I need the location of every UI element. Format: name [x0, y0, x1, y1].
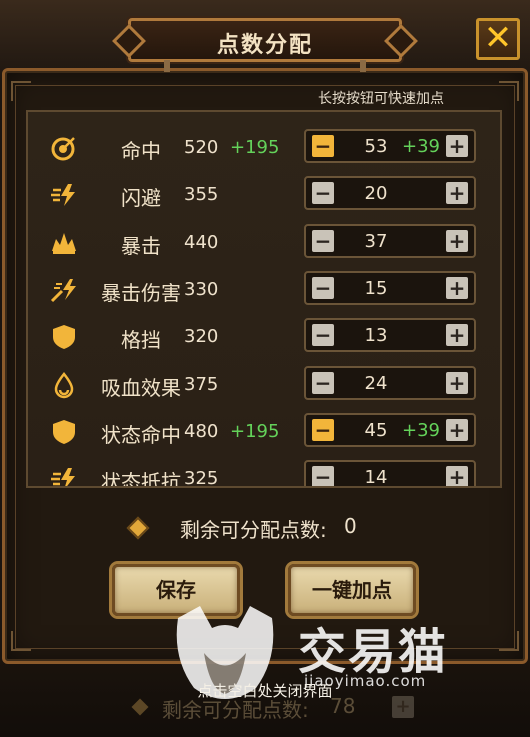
- stat-value: 330: [184, 278, 219, 300]
- stat-list[interactable]: 命中 520 +195−53 +39 + 闪避 355−20 + 暴击 440−37 + 暴击伤害 33…: [26, 110, 502, 488]
- allocated-points: 24: [364, 372, 388, 394]
- plus-button[interactable]: +: [446, 418, 468, 441]
- stat-value: 480: [184, 420, 219, 442]
- title-hanger: [164, 60, 170, 72]
- minus-button[interactable]: −: [312, 324, 334, 347]
- stat-value: 320: [184, 326, 219, 348]
- dodge-lightning-icon: [50, 181, 78, 209]
- crit-burst-icon: [50, 229, 78, 257]
- plus-button[interactable]: +: [446, 229, 468, 252]
- minus-button[interactable]: −: [312, 371, 334, 394]
- allocated-points-bonus: +39: [402, 419, 440, 441]
- close-button[interactable]: ✕: [476, 18, 520, 60]
- diamond-icon: [131, 698, 149, 716]
- long-press-hint: 长按按钮可快速加点: [318, 91, 444, 107]
- points-stepper: − 37 +: [304, 223, 476, 258]
- stat-value: 520: [184, 137, 219, 158]
- minus-button[interactable]: −: [312, 229, 334, 252]
- plus-button[interactable]: +: [446, 182, 468, 205]
- stat-row: 命中 520 +195−53 +39 +: [28, 124, 500, 171]
- stat-row: 状态抵抗 325−14 +: [28, 455, 500, 488]
- stat-value: 440: [184, 231, 219, 253]
- points-stepper: − 24 +: [304, 365, 476, 400]
- stat-row: 暴击伤害 330−15 +: [28, 266, 500, 313]
- one-click-allocate-button[interactable]: 一键加点: [288, 564, 416, 616]
- corner-ornament: [499, 631, 519, 651]
- stat-bonus: +195: [230, 420, 280, 442]
- stat-row: 吸血效果 375−24 +: [28, 361, 500, 408]
- diamond-icon: [126, 516, 150, 540]
- close-icon: ✕: [483, 18, 513, 58]
- allocated-points: 45: [364, 419, 388, 441]
- points-stepper: − 13 +: [304, 318, 476, 353]
- allocated-points-bonus: +39: [402, 136, 440, 157]
- plus-button[interactable]: +: [446, 466, 468, 486]
- allocated-points: 13: [364, 325, 388, 347]
- points-stepper: − 20 +: [304, 176, 476, 211]
- points-stepper: − 14 +: [304, 460, 476, 488]
- minus-button[interactable]: −: [312, 466, 334, 486]
- points-stepper: − 45 +39 +: [304, 412, 476, 447]
- crit-damage-icon: [50, 276, 78, 304]
- stat-row: 暴击 440−37 +: [28, 219, 500, 266]
- dialog-title-plate: 点数分配: [128, 18, 402, 62]
- allocated-points: 53: [364, 136, 388, 157]
- allocated-points: 20: [364, 183, 388, 205]
- allocated-points: 37: [364, 230, 388, 252]
- corner-ornament: [11, 631, 31, 651]
- target-icon: [50, 134, 78, 162]
- stat-value: 325: [184, 468, 219, 488]
- plus-button[interactable]: +: [446, 324, 468, 347]
- remaining-points-label: 剩余可分配点数:: [180, 518, 327, 542]
- minus-button[interactable]: −: [312, 418, 334, 441]
- tap-blank-to-close-hint: 点击空白处关闭界面: [197, 682, 333, 700]
- shield-icon: [50, 323, 78, 351]
- resist-lightning-icon: [50, 465, 78, 486]
- status-shield-icon: [50, 418, 78, 446]
- stat-value: 355: [184, 184, 219, 206]
- title-hanger: [360, 60, 366, 72]
- stat-row: 格挡 320−13 +: [28, 313, 500, 360]
- plus-button[interactable]: +: [446, 371, 468, 394]
- minus-button[interactable]: −: [312, 276, 334, 299]
- stat-row: 闪避 355−20 +: [28, 171, 500, 218]
- allocated-points: 14: [364, 467, 388, 488]
- stat-bonus: +195: [230, 137, 280, 158]
- allocated-points: 15: [364, 277, 388, 299]
- dialog-title: 点数分配: [216, 33, 313, 58]
- stat-row: 状态命中 480 +195−45 +39 +: [28, 408, 500, 455]
- corner-ornament: [499, 81, 519, 101]
- remaining-points-value: 0: [344, 514, 357, 538]
- remaining-points-row: 剩余可分配点数: 0: [124, 514, 424, 542]
- minus-button[interactable]: −: [312, 135, 334, 157]
- blood-drop-icon: [50, 371, 78, 399]
- plus-button[interactable]: +: [446, 276, 468, 299]
- corner-ornament: [11, 81, 31, 101]
- points-stepper: − 53 +39 +: [304, 129, 476, 163]
- stat-value: 375: [184, 373, 219, 395]
- plus-button[interactable]: +: [446, 135, 468, 157]
- minus-button[interactable]: −: [312, 182, 334, 205]
- points-stepper: − 15 +: [304, 270, 476, 305]
